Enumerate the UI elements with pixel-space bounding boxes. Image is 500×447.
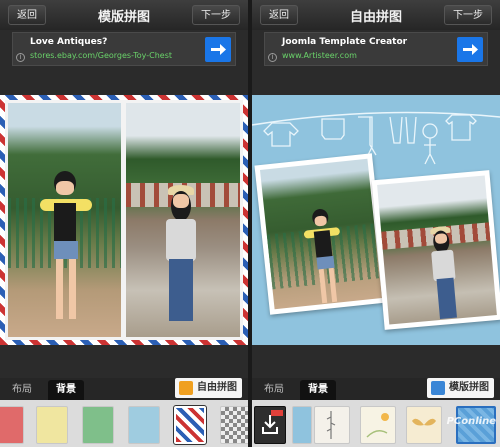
template-icon bbox=[431, 381, 445, 395]
ad-url: www.Artisteer.com bbox=[282, 51, 357, 60]
swatch-butterfly[interactable] bbox=[406, 406, 442, 444]
background-swatch-strip bbox=[0, 400, 248, 447]
ad-title: Joomla Template Creator bbox=[282, 37, 408, 47]
collage-photo-1[interactable] bbox=[8, 103, 121, 337]
free-collage-label: 自由拼图 bbox=[197, 382, 237, 393]
template-collage-label: 模版拼图 bbox=[449, 382, 489, 393]
person-figure bbox=[156, 185, 206, 335]
swatch-yellow[interactable] bbox=[36, 406, 68, 444]
watermark: PConline bbox=[446, 416, 496, 427]
bottom-tab-bar: 布局 背景 自由拼图 bbox=[0, 378, 248, 400]
right-phone-screen: 返回 自由拼图 下一步 i Joomla Template Creator ww… bbox=[252, 0, 500, 447]
collage-canvas[interactable] bbox=[252, 95, 500, 345]
swatch-checker[interactable] bbox=[220, 406, 248, 444]
next-step-button[interactable]: 下一步 bbox=[444, 5, 492, 25]
puzzle-icon bbox=[179, 381, 193, 395]
swatch-laundry[interactable] bbox=[292, 406, 312, 444]
swatch-flower[interactable] bbox=[360, 406, 396, 444]
person-figure bbox=[36, 171, 96, 331]
template-collage-button[interactable]: 模版拼图 bbox=[427, 378, 494, 398]
ad-info-icon[interactable]: i bbox=[268, 53, 277, 62]
ad-banner[interactable]: i Joomla Template Creator www.Artisteer.… bbox=[264, 32, 488, 66]
next-step-button[interactable]: 下一步 bbox=[192, 5, 240, 25]
swatch-airmail[interactable] bbox=[173, 405, 207, 445]
left-phone-screen: 返回 模版拼图 下一步 i Love Antiques? stores.ebay… bbox=[0, 0, 248, 447]
collage-photo-1[interactable] bbox=[254, 153, 388, 315]
toolbar-spacer bbox=[252, 345, 500, 378]
ad-banner[interactable]: i Love Antiques? stores.ebay.com/Georges… bbox=[12, 32, 236, 66]
swatch-bamboo[interactable] bbox=[314, 406, 350, 444]
tab-background[interactable]: 背景 bbox=[300, 380, 336, 400]
collage-canvas[interactable] bbox=[0, 95, 248, 345]
arrow-right-icon[interactable] bbox=[205, 37, 231, 62]
ad-url: stores.ebay.com/Georges-Toy-Chest bbox=[30, 51, 173, 60]
collage-photo-2[interactable] bbox=[371, 170, 500, 330]
toolbar-spacer bbox=[0, 345, 248, 378]
ad-info-icon[interactable]: i bbox=[16, 53, 25, 62]
collage-photo-2[interactable] bbox=[126, 103, 240, 337]
ad-title: Love Antiques? bbox=[30, 37, 108, 47]
arrow-right-icon[interactable] bbox=[457, 37, 483, 62]
free-collage-button[interactable]: 自由拼图 bbox=[175, 378, 242, 398]
tab-layout[interactable]: 布局 bbox=[256, 380, 292, 400]
swatch-red[interactable] bbox=[0, 406, 24, 444]
top-bar: 返回 自由拼图 下一步 bbox=[252, 0, 500, 30]
swatch-blue[interactable] bbox=[128, 406, 160, 444]
bottom-tab-bar: 布局 背景 模版拼图 bbox=[252, 378, 500, 400]
download-icon[interactable] bbox=[254, 406, 286, 444]
top-bar: 返回 模版拼图 下一步 bbox=[0, 0, 248, 30]
tab-layout[interactable]: 布局 bbox=[4, 380, 40, 400]
swatch-green[interactable] bbox=[82, 406, 114, 444]
tab-background[interactable]: 背景 bbox=[48, 380, 84, 400]
